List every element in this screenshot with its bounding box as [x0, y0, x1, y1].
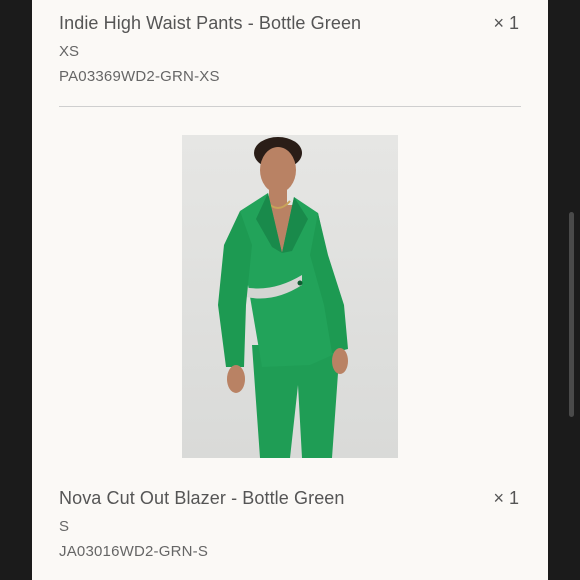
item-variant: S: [59, 518, 70, 535]
scrollbar[interactable]: [569, 212, 574, 417]
item-title[interactable]: Nova Cut Out Blazer - Bottle Green: [59, 488, 521, 509]
item-sku: JA03016WD2-GRN-S: [59, 543, 209, 560]
divider: [59, 106, 521, 107]
item-variant: XS: [59, 43, 80, 60]
item-sku: PA03369WD2-GRN-XS: [59, 68, 220, 85]
item-quantity: × 1: [493, 13, 519, 33]
item-quantity: × 1: [493, 488, 519, 508]
model-illustration: [218, 137, 348, 458]
product-image-blazer[interactable]: [182, 135, 398, 458]
order-item-pants: Indie High Waist Pants - Bottle Green × …: [59, 13, 521, 85]
order-panel: Indie High Waist Pants - Bottle Green × …: [32, 0, 548, 580]
order-item-blazer: Nova Cut Out Blazer - Bottle Green × 1 S…: [59, 488, 521, 560]
item-title[interactable]: Indie High Waist Pants - Bottle Green: [59, 13, 521, 34]
